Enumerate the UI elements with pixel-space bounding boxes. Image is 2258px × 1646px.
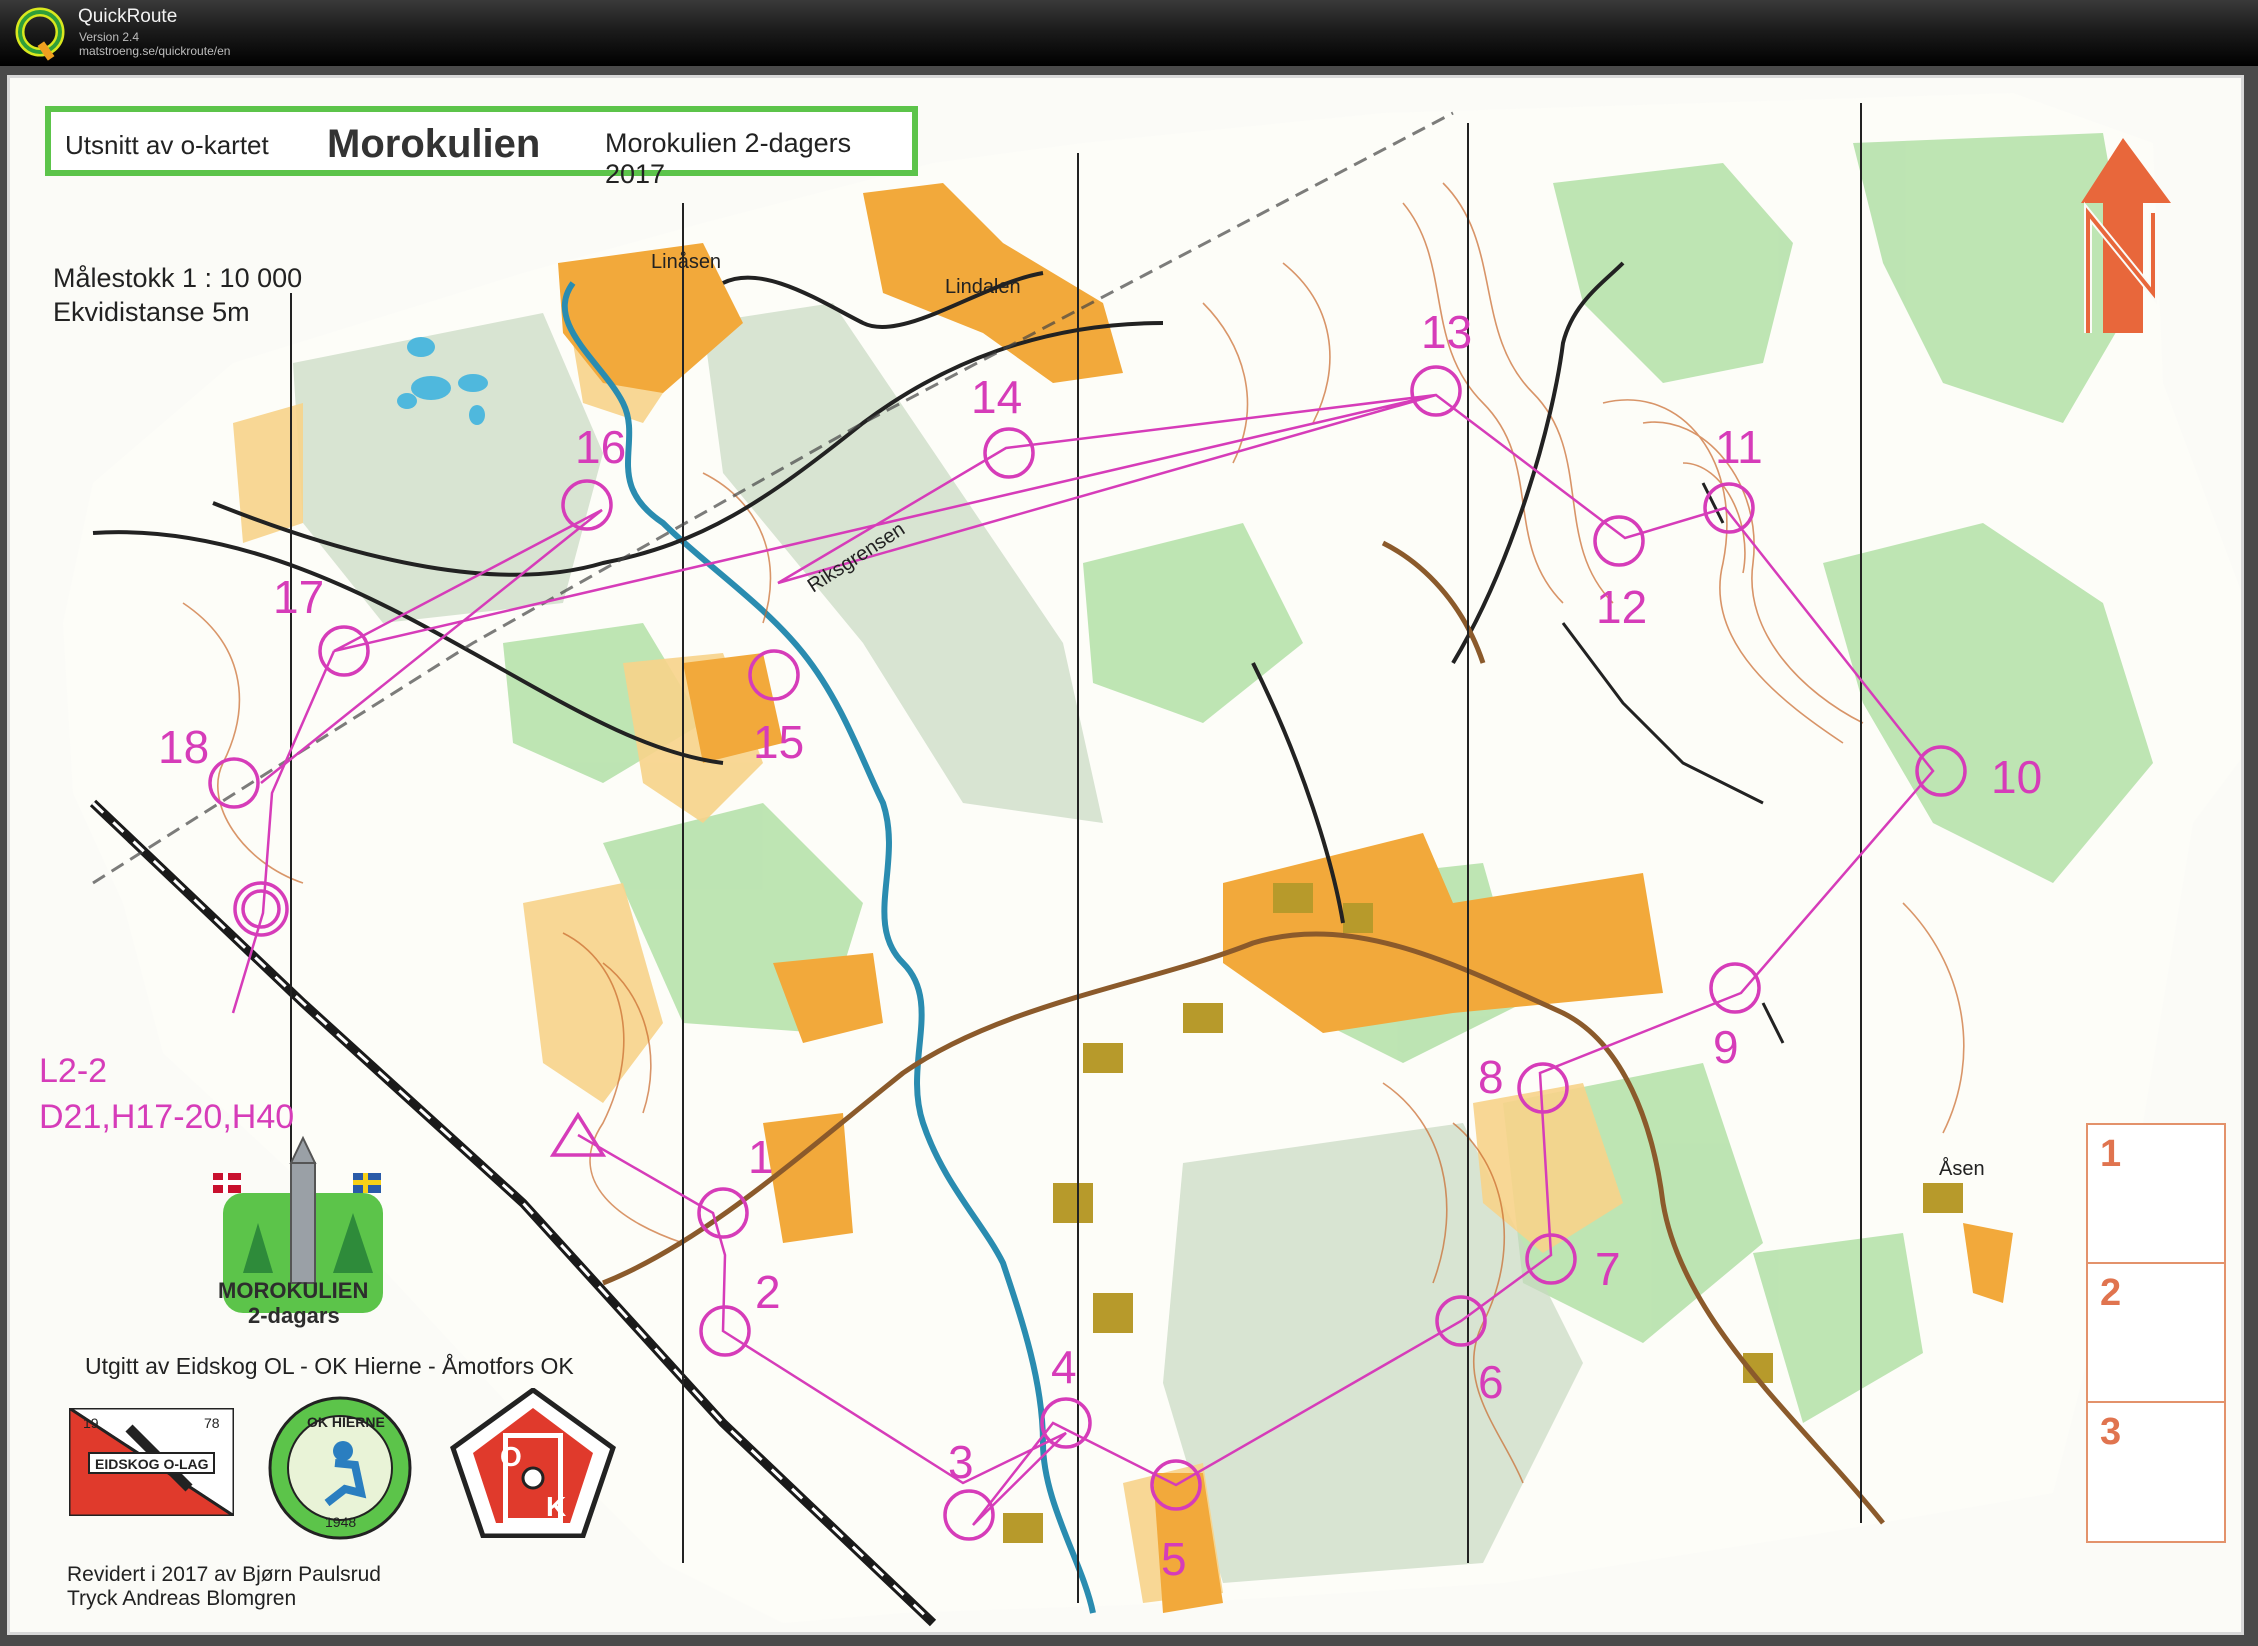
control-number: 12 [1596, 581, 1647, 633]
scale-info: Målestokk 1 : 10 000 Ekvidistanse 5m [53, 261, 302, 329]
control-number: 8 [1478, 1051, 1504, 1103]
place-label: Linåsen [651, 251, 721, 273]
place-label: Åsen [1939, 1157, 1985, 1180]
orienteering-map[interactable]: 1 2 3 4 5 6 7 8 9 10 11 12 13 14 15 16 1… [7, 75, 2244, 1635]
course-class-info: L2-2 D21,H17-20,H40 [39, 1048, 294, 1140]
control-number: 18 [158, 721, 209, 773]
amotfors-club-logo: O K [448, 1386, 618, 1539]
eidskog-club-logo: 19 78 EIDSKOG O-LAG [63, 1405, 240, 1519]
contour-interval-text: Ekvidistanse 5m [53, 297, 250, 327]
control-number: 15 [753, 716, 804, 768]
control-number: 13 [1421, 306, 1472, 358]
club3-letter-k: K [546, 1491, 566, 1522]
course-code: L2-2 [39, 1052, 108, 1090]
map-header-box: Utsnitt av o-kartet Morokulien Morokulie… [45, 106, 918, 189]
map-excerpt-label: Utsnitt av o-kartet [65, 130, 269, 160]
control-number: 11 [1715, 421, 1763, 473]
control-number: 14 [971, 371, 1022, 423]
lane-number: 3 [2100, 1411, 2122, 1453]
club3-letter-o: O [500, 1441, 522, 1472]
club1-year-left: 19 [83, 1415, 99, 1431]
control-number: 2 [755, 1266, 781, 1318]
control-number: 10 [1991, 751, 2042, 803]
control-number: 7 [1595, 1243, 1621, 1295]
map-title: Morokulien [327, 122, 541, 166]
ok-hierne-club-logo: OK HIERNE 1948 [265, 1393, 415, 1543]
control-number: 5 [1161, 1533, 1187, 1585]
event-logo-subtitle: 2-dagars [248, 1303, 340, 1328]
control-number: 4 [1051, 1341, 1077, 1393]
club1-name: EIDSKOG O-LAG [95, 1456, 209, 1472]
control-number: 3 [948, 1436, 974, 1488]
event-logo-title: MOROKULIEN [218, 1278, 369, 1303]
lane-number: 2 [2100, 1272, 2122, 1314]
lane-box-2: 2 [2088, 1264, 2224, 1403]
lane-number: 1 [2100, 1133, 2122, 1175]
control-number: 17 [273, 571, 324, 623]
place-label: Lindalen [945, 276, 1021, 298]
app-title-bar: QuickRoute Version 2.4 matstroeng.se/qui… [0, 0, 2258, 66]
lane-box-1: 1 [2088, 1125, 2224, 1264]
control-number: 1 [748, 1131, 774, 1183]
lane-boxes: 1 2 3 [2086, 1123, 2226, 1543]
club1-year-right: 78 [204, 1415, 220, 1431]
club2-year: 1948 [325, 1514, 356, 1530]
lane-box-3: 3 [2088, 1403, 2224, 1542]
app-name: QuickRoute [78, 6, 178, 27]
revision-info: Revidert i 2017 av Bjørn Paulsrud Tryck … [67, 1563, 381, 1611]
control-number: 9 [1713, 1021, 1739, 1073]
control-number: 6 [1478, 1356, 1504, 1408]
publisher-text: Utgitt av Eidskog OL - OK Hierne - Åmotf… [85, 1353, 574, 1379]
app-version: Version 2.4 [79, 30, 140, 44]
app-url: matstroeng.se/quickroute/en [79, 44, 231, 58]
revised-by-text: Revidert i 2017 av Bjørn Paulsrud [67, 1563, 381, 1586]
scale-text: Målestokk 1 : 10 000 [53, 263, 303, 293]
control-number: 16 [575, 421, 626, 473]
club2-name: OK HIERNE [307, 1414, 385, 1430]
event-name: Morokulien 2-dagers 2017 [605, 128, 852, 189]
print-by-text: Tryck Andreas Blomgren [67, 1587, 297, 1610]
quickroute-logo-icon [15, 7, 65, 61]
